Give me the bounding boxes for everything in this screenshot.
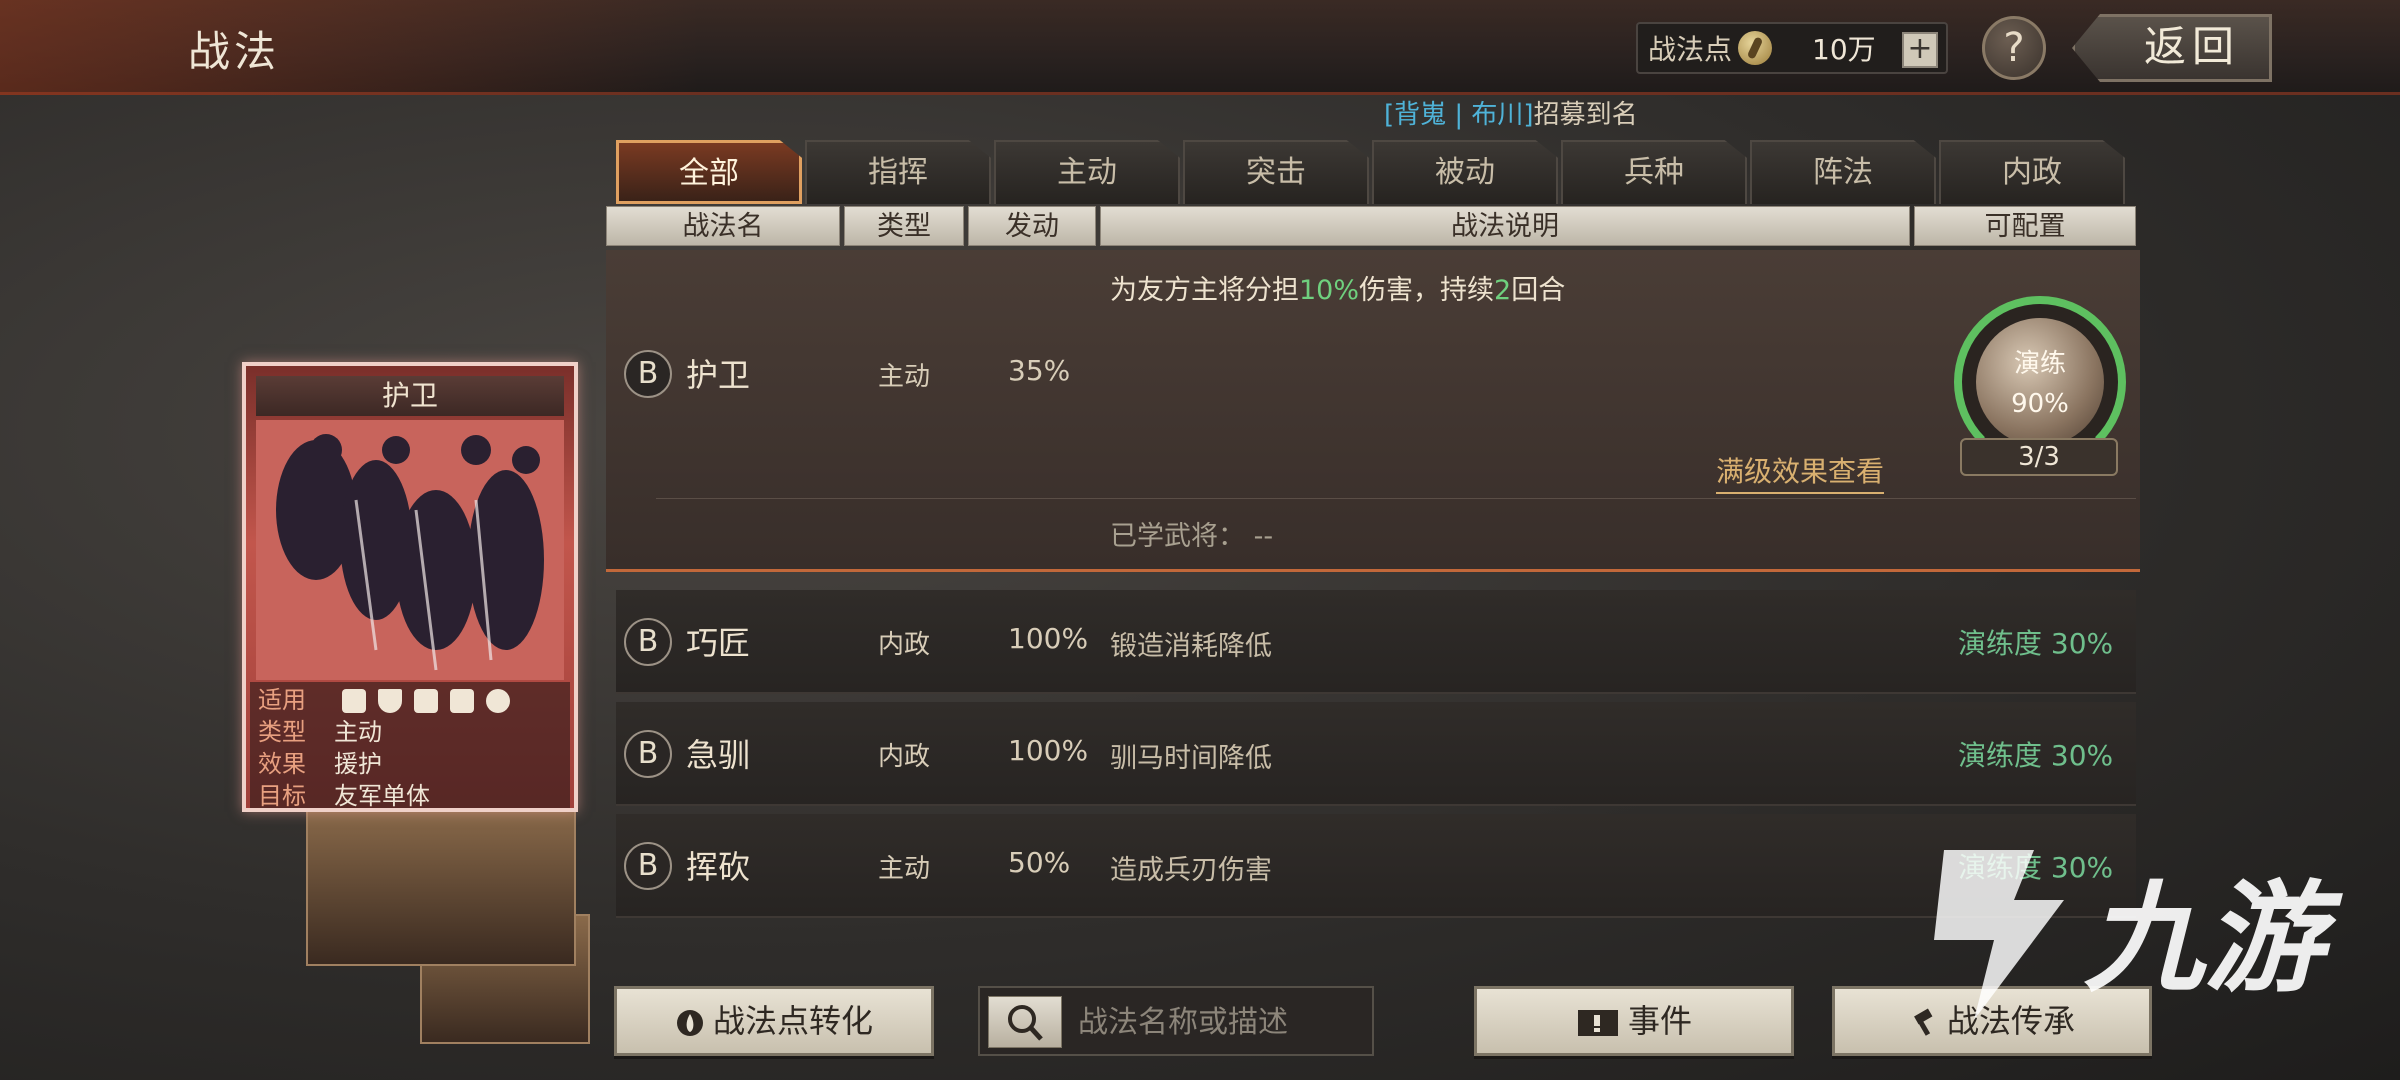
convert-points-button[interactable]: 战法点转化 — [614, 986, 934, 1056]
shield-icon — [377, 689, 402, 713]
card-title: 护卫 — [256, 376, 564, 416]
back-button[interactable]: 返回 — [2072, 14, 2272, 82]
events-label: 事件 — [1627, 1002, 1692, 1040]
tab-formation[interactable]: 阵法 — [1750, 140, 1936, 204]
tactic-type: 内政 — [878, 742, 931, 772]
effect-label: 效果 — [258, 750, 306, 778]
learned-generals: 已学武将： -- — [1110, 521, 1274, 552]
ticker-text: 招募到名 — [1533, 100, 1638, 130]
desc-part: 为友方主将分担 — [1110, 275, 1299, 306]
tactic-description: 造成兵刃伤害 — [1110, 855, 1272, 886]
help-button[interactable]: ? — [1982, 16, 2046, 80]
top-bar-glow — [0, 0, 700, 95]
tactic-description: 驯马时间降低 — [1110, 743, 1272, 774]
drill-label: 演练 — [2013, 349, 2066, 379]
event-book-icon — [1577, 1010, 1618, 1036]
tab-all[interactable]: 全部 — [616, 140, 802, 204]
tab-command[interactable]: 指挥 — [805, 140, 991, 204]
tab-troop[interactable]: 兵种 — [1561, 140, 1747, 204]
tab-passive[interactable]: 被动 — [1372, 140, 1558, 204]
drill-count: 3/3 — [1960, 438, 2118, 476]
grade-badge: B — [624, 618, 672, 666]
drill-button[interactable]: 演练 90% — [1976, 318, 2104, 446]
spear-icon — [449, 689, 474, 713]
tactic-type: 主动 — [878, 362, 931, 392]
max-level-effect-link[interactable]: 满级效果查看 — [1716, 450, 1885, 494]
siege-wheel-icon — [485, 689, 510, 713]
proficiency: 演练度 30% — [1958, 627, 2114, 660]
tactic-name: 护卫 — [686, 356, 751, 394]
col-header-name[interactable]: 战法名 — [606, 206, 840, 246]
tactic-row-expanded[interactable]: B 护卫 主动 35% 为友方主将分担10%伤害，持续2回合 满级效果查看 已学… — [606, 250, 2140, 572]
grade-badge: B — [624, 350, 672, 398]
add-points-button[interactable]: + — [1902, 32, 1938, 68]
tab-assault[interactable]: 突击 — [1183, 140, 1369, 204]
col-header-rate[interactable]: 发动 — [968, 206, 1096, 246]
tactic-card: 护卫 适用 类型 主动 效果 援护 目标 友军单体 — [242, 362, 578, 812]
tab-active[interactable]: 主动 — [994, 140, 1180, 204]
tactic-description: 锻造消耗降低 — [1110, 631, 1272, 662]
tactic-row[interactable]: B 急驯 内政 100% 驯马时间降低 演练度 30% — [616, 702, 2136, 806]
search-button[interactable] — [988, 996, 1062, 1048]
category-tabs: 全部 指挥 主动 突击 被动 兵种 阵法 内政 — [616, 140, 2128, 204]
watermark-logo: 九游 — [1934, 850, 2343, 1020]
col-header-configurable[interactable]: 可配置 — [1914, 206, 2136, 246]
drill-value: 90% — [2011, 389, 2069, 419]
type-label: 类型 — [258, 718, 306, 746]
tactic-type: 主动 — [878, 854, 931, 884]
tactic-description: 为友方主将分担10%伤害，持续2回合 — [1110, 268, 1565, 307]
flame-icon — [676, 1010, 703, 1036]
proficiency: 演练度 30% — [1958, 739, 2114, 772]
tactic-rate: 100% — [1008, 622, 1089, 655]
search-icon — [1008, 1005, 1043, 1041]
tactic-rate: 100% — [1008, 734, 1089, 767]
desc-percent: 10% — [1299, 275, 1360, 306]
page-title: 战法 — [188, 27, 281, 76]
tactic-name: 挥砍 — [686, 848, 751, 886]
apply-label: 适用 — [258, 686, 306, 714]
events-button[interactable]: 事件 — [1474, 986, 1794, 1056]
ticker-name: [背嵬 | 布川] — [1384, 100, 1534, 130]
card-stats: 适用 类型 主动 效果 援护 目标 友军单体 — [250, 682, 570, 810]
recruit-ticker: [背嵬 | 布川]招募到名 — [1384, 94, 1638, 131]
troop-type-icons — [341, 689, 510, 713]
points-label: 战法点 — [1648, 33, 1733, 66]
tactic-name: 巧匠 — [686, 624, 751, 662]
cavalry-icon — [341, 689, 366, 713]
effect-value: 援护 — [334, 750, 382, 778]
col-header-type[interactable]: 类型 — [844, 206, 964, 246]
desc-turns: 2 — [1494, 275, 1512, 306]
watermark-text: 九游 — [2084, 870, 2343, 1009]
tactic-rate: 35% — [1008, 354, 1071, 387]
desc-part: 回合 — [1511, 275, 1566, 306]
desc-part: 伤害，持续 — [1359, 275, 1495, 306]
target-value: 友军单体 — [334, 782, 430, 810]
search-box — [978, 986, 1374, 1056]
tactic-point-coin-icon — [1738, 31, 1773, 65]
grade-badge: B — [624, 730, 672, 778]
tactic-name: 急驯 — [686, 736, 751, 774]
points-value: 10万 — [1812, 33, 1876, 66]
convert-points-label: 战法点转化 — [712, 1002, 873, 1040]
col-header-desc: 战法说明 — [1100, 206, 1910, 246]
card-art-silhouettes — [256, 420, 564, 680]
type-value: 主动 — [334, 718, 382, 746]
search-input[interactable] — [1078, 998, 1358, 1046]
column-headers: 战法名 类型 发动 战法说明 可配置 — [606, 206, 2140, 246]
tab-internal[interactable]: 内政 — [1939, 140, 2125, 204]
tactic-row[interactable]: B 巧匠 内政 100% 锻造消耗降低 演练度 30% — [616, 590, 2136, 694]
target-label: 目标 — [258, 782, 306, 810]
bow-icon — [413, 689, 438, 713]
grade-badge: B — [624, 842, 672, 890]
tactic-type: 内政 — [878, 630, 931, 660]
card-stack-middle — [306, 806, 576, 966]
tactic-points-box: 战法点 10万 + — [1636, 22, 1948, 74]
row-divider — [656, 498, 2136, 499]
tactic-rate: 50% — [1008, 846, 1071, 879]
top-bar: 战法 战法点 10万 + ? 返回 — [0, 0, 2400, 95]
